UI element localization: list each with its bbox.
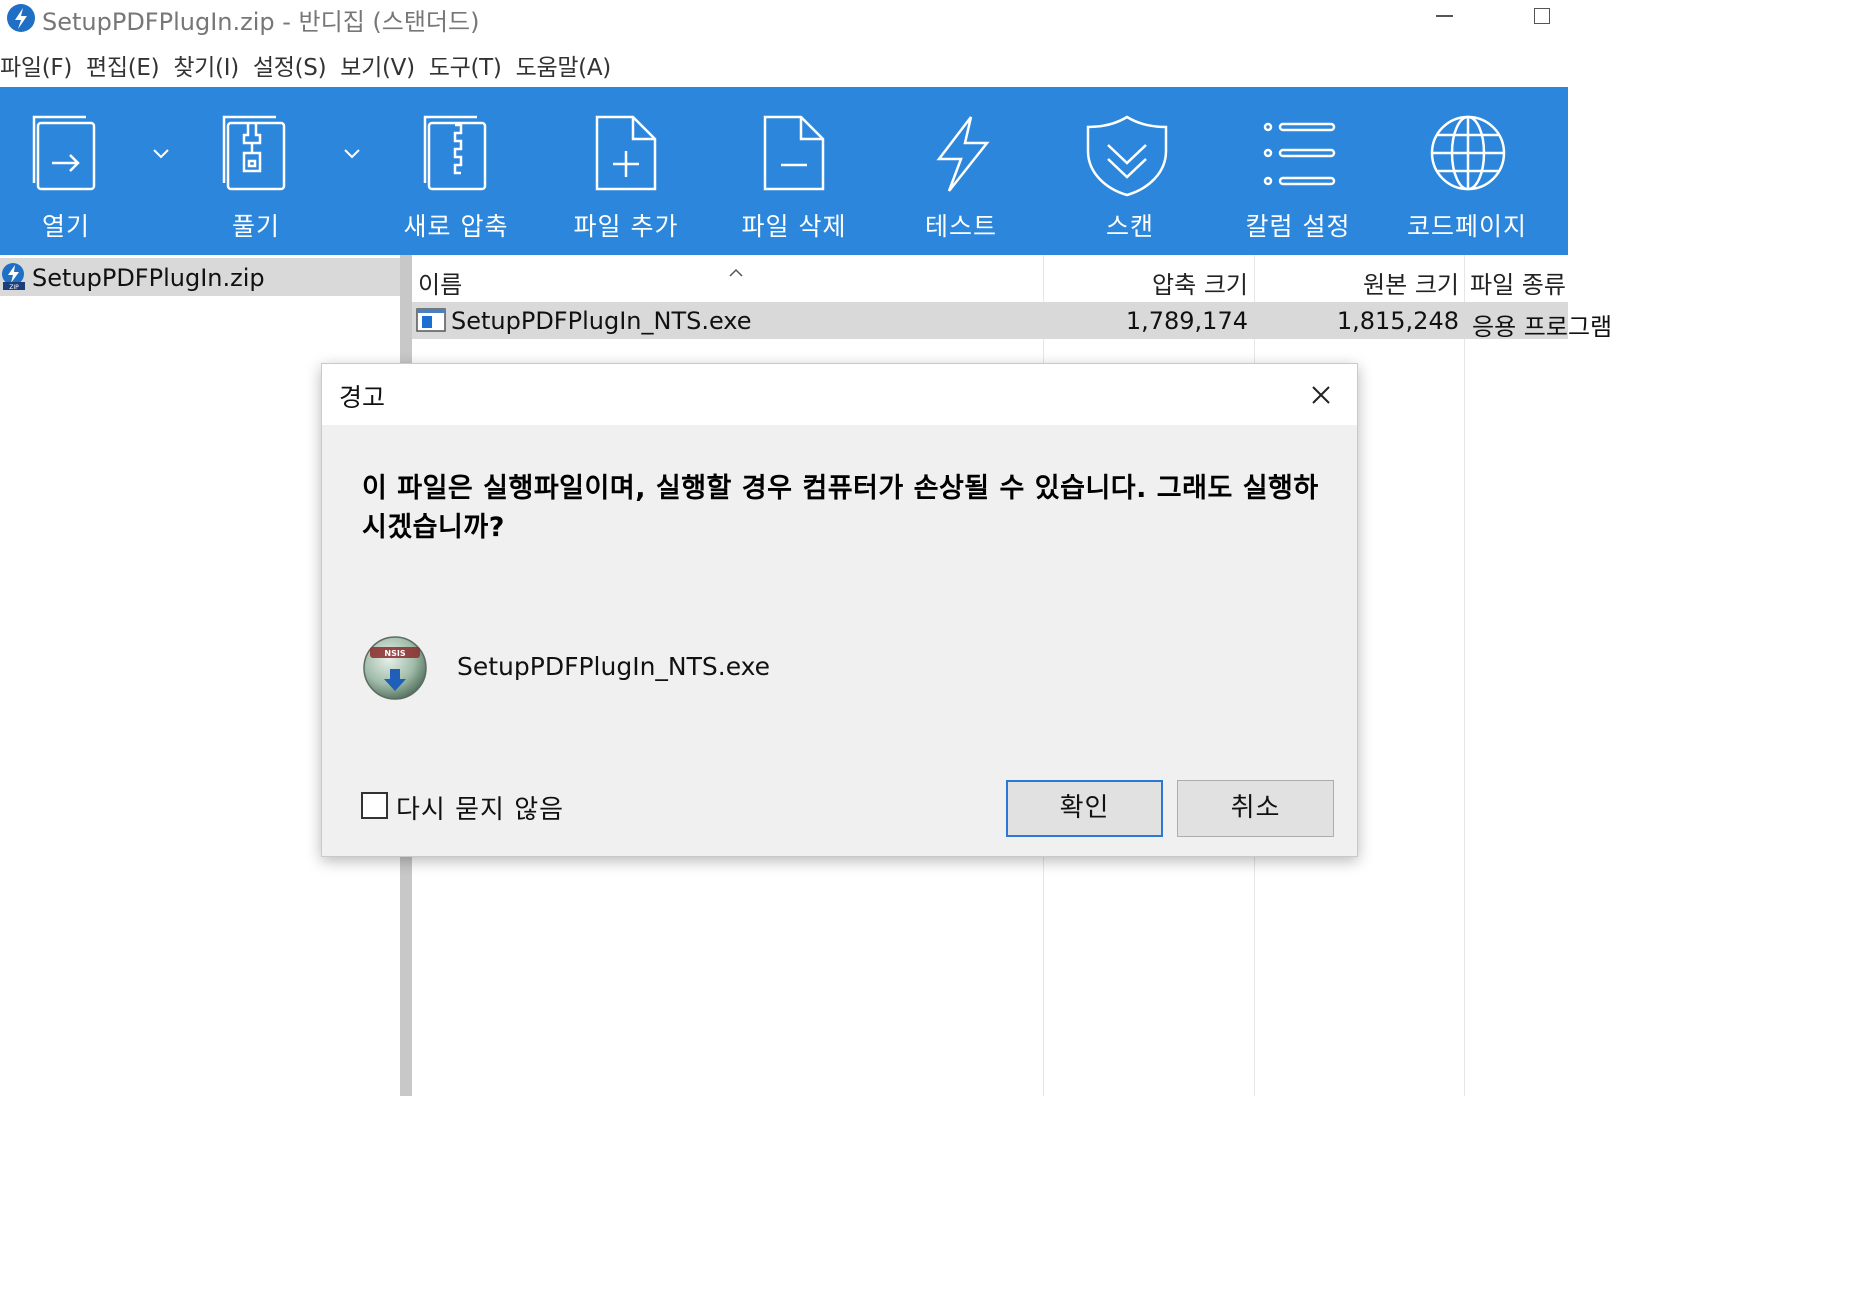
zip-archive-icon: ZIP xyxy=(2,263,25,291)
new-archive-button[interactable]: 새로 압축 xyxy=(395,87,517,255)
file-type: 응용 프로그램 xyxy=(1472,313,1613,341)
bandizip-logo-icon xyxy=(7,4,35,32)
table-row[interactable]: SetupPDFPlugIn_NTS.exe 1,789,174 1,815,2… xyxy=(412,302,1612,341)
lightning-icon xyxy=(936,116,990,192)
executable-file-icon xyxy=(416,308,446,332)
dont-ask-again-label[interactable]: 다시 묻지 않음 xyxy=(396,789,564,826)
column-header-file-type[interactable]: 파일 종류 xyxy=(1470,255,1670,301)
title-bar: SetupPDFPlugIn.zip - 반디집 (스탠더드) xyxy=(0,0,1568,40)
svg-text:ZIP: ZIP xyxy=(9,284,19,291)
column-header-original-size[interactable]: 원본 크기 xyxy=(1255,255,1459,301)
menu-edit[interactable]: 편집(E) xyxy=(86,48,160,86)
menu-help[interactable]: 도움말(A) xyxy=(516,48,612,86)
menu-settings[interactable]: 설정(S) xyxy=(253,48,327,86)
minimize-button[interactable] xyxy=(1416,0,1472,40)
dialog-title: 경고 xyxy=(339,383,386,412)
extract-button[interactable]: 풀기 xyxy=(200,87,312,255)
file-original-size: 1,815,248 xyxy=(1336,307,1459,335)
tree-item-archive[interactable]: ZIP SetupPDFPlugIn.zip xyxy=(0,258,400,296)
nsis-installer-icon: NSIS xyxy=(363,636,427,700)
codepage-button[interactable]: 코드페이지 xyxy=(1400,87,1534,255)
maximize-button[interactable] xyxy=(1512,0,1568,40)
open-button[interactable]: 열기 xyxy=(10,87,122,255)
delete-file-icon xyxy=(763,115,825,191)
column-header-compressed-size[interactable]: 압축 크기 xyxy=(1044,255,1248,301)
dialog-title-bar: 경고 xyxy=(322,364,1357,425)
ok-button[interactable]: 확인 xyxy=(1006,780,1163,837)
globe-icon xyxy=(1430,115,1506,191)
column-header-name[interactable]: 이름 xyxy=(418,255,1038,301)
menu-bar: 파일(F) 편집(E) 찾기(I) 설정(S) 보기(V) 도구(T) 도움말(… xyxy=(0,48,625,86)
close-icon[interactable] xyxy=(1306,380,1336,410)
add-files-button[interactable]: 파일 추가 xyxy=(565,87,687,255)
column-settings-button[interactable]: 칼럼 설정 xyxy=(1236,87,1360,255)
delete-files-button[interactable]: 파일 삭제 xyxy=(733,87,855,255)
shield-icon xyxy=(1086,115,1168,197)
dont-ask-again-checkbox[interactable] xyxy=(361,792,388,819)
menu-tools[interactable]: 도구(T) xyxy=(429,48,502,86)
warning-dialog: 경고 이 파일은 실행파일이며, 실행할 경우 컴퓨터가 손상될 수 있습니다.… xyxy=(321,363,1358,857)
add-file-icon xyxy=(595,115,657,191)
test-button[interactable]: 테스트 xyxy=(905,87,1017,255)
list-icon xyxy=(1263,122,1336,186)
file-compressed-size: 1,789,174 xyxy=(1125,307,1248,335)
new-archive-icon xyxy=(423,115,487,191)
file-name: SetupPDFPlugIn_NTS.exe xyxy=(451,307,752,335)
menu-file[interactable]: 파일(F) xyxy=(0,48,72,86)
cancel-button[interactable]: 취소 xyxy=(1177,780,1334,837)
sort-ascending-icon xyxy=(729,268,743,277)
extract-icon xyxy=(222,115,286,191)
scan-button[interactable]: 스캔 xyxy=(1070,87,1190,255)
dialog-filename: SetupPDFPlugIn_NTS.exe xyxy=(457,652,771,681)
svg-text:NSIS: NSIS xyxy=(384,649,405,658)
window-title: SetupPDFPlugIn.zip - 반디집 (스탠더드) xyxy=(42,8,480,36)
open-dropdown-arrow-icon[interactable] xyxy=(150,143,172,165)
column-divider xyxy=(1464,255,1465,1096)
dialog-message: 이 파일은 실행파일이며, 실행할 경우 컴퓨터가 손상될 수 있습니다. 그래… xyxy=(362,473,1319,543)
toolbar: 열기 풀기 새로 압축 파일 추가 파일 삭제 테스트 스캔 칼럼 설정 코드페… xyxy=(0,87,1568,255)
extract-dropdown-arrow-icon[interactable] xyxy=(341,143,363,165)
menu-view[interactable]: 보기(V) xyxy=(340,48,415,86)
menu-find[interactable]: 찾기(I) xyxy=(173,48,239,86)
open-icon xyxy=(32,115,96,191)
